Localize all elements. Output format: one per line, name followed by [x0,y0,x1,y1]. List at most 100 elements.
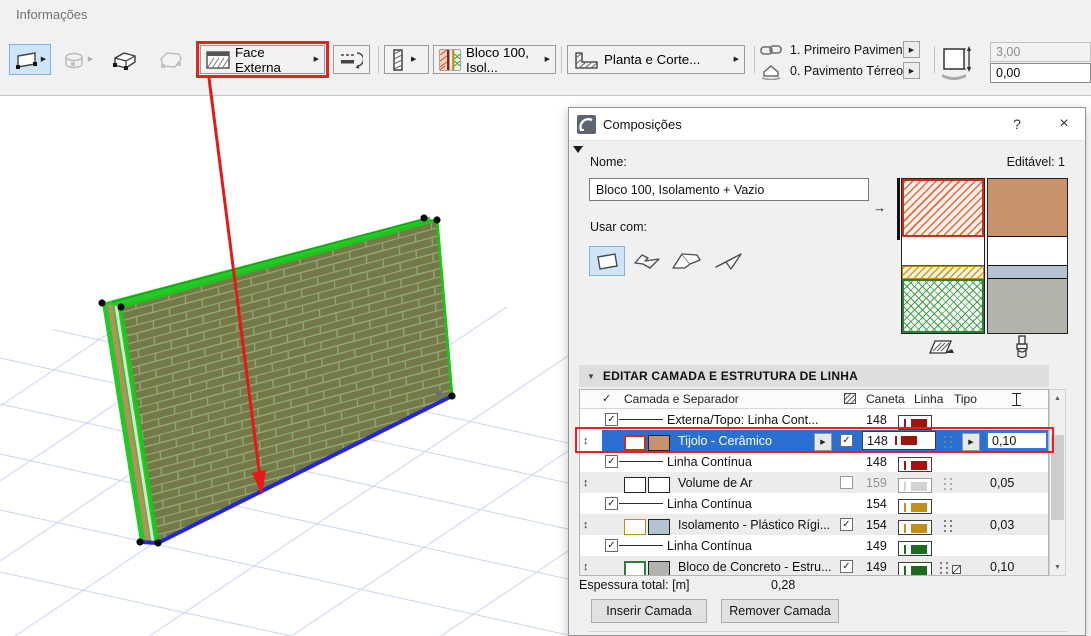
table-row-separator[interactable]: ✓ Externa/Topo: Linha Cont... 148 [580,409,1048,430]
scrollbar-thumb[interactable] [1051,435,1064,520]
pen-color-swatch[interactable] [898,499,932,514]
preview-fills-column[interactable] [901,178,985,334]
pen-color-swatch[interactable] [898,520,932,535]
thickness-value: 0,03 [990,517,1015,532]
visibility-checkbox[interactable]: ✓ [605,497,618,510]
compositions-dialog: Composições ? × Nome: Editável: 1 Usar c… [568,107,1086,636]
dialog-divider [589,631,1067,632]
fill-checkbox[interactable]: ✓ [840,560,853,573]
drag-handle-icon[interactable]: ↕ [583,472,589,493]
flip-reference-button[interactable] [333,45,370,74]
cut-fill-swatch[interactable] [624,434,646,451]
pen-color-swatch[interactable] [898,457,932,472]
drag-handle-icon[interactable]: ↕ [583,430,589,451]
layer-name: Isolamento - Plástico Rígi... [678,517,831,532]
table-row-layer-volume-ar[interactable]: ↕ Volume de Ar 159 0,05 [580,472,1048,493]
visibility-checkbox[interactable]: ✓ [605,539,618,552]
flyout-arrow-icon: ▶ [87,56,94,63]
selected-wall[interactable] [98,214,456,547]
scroll-down-button[interactable]: ▼ [1050,559,1065,575]
use-with-slab-button[interactable] [629,246,665,276]
scroll-up-icon: ▲ [1054,394,1061,402]
visibility-checkbox[interactable]: ✓ [605,455,618,468]
table-row-separator[interactable]: ✓ Linha Contínua 149 [580,535,1048,556]
insert-layer-button[interactable]: Inserir Camada [591,599,707,623]
remove-layer-button[interactable]: Remover Camada [721,599,839,623]
wall-height-icon [942,46,972,80]
fill-checkbox[interactable]: ✓ [840,434,853,447]
composite-name-input[interactable] [589,178,869,201]
editable-count: Editável: 1 [1006,155,1065,169]
surface-swatch[interactable] [648,476,670,493]
drag-handle-icon[interactable]: ↕ [583,514,589,535]
geometry-trapezoid-wall-button[interactable] [104,44,146,75]
composite-button[interactable]: Bloco 100, Isol... ▶ [433,45,556,75]
top-link-menu-button[interactable]: ▶ [903,41,920,58]
line-preview [619,503,663,504]
wall-icon [597,253,618,270]
flyout-arrow-icon[interactable]: ▶ [41,56,46,63]
table-scrollbar[interactable]: ▲ ▼ [1049,389,1066,576]
layer-menu-button[interactable]: ▶ [814,432,832,451]
home-story-label: 0. Pavimento Térreo [790,64,904,78]
toolbar-separator [934,46,935,73]
use-with-wall-button[interactable] [589,246,625,276]
straight-wall-icon [15,51,37,69]
table-row-layer-isolamento[interactable]: ↕ Isolamento - Plástico Rígi... ✓ 154 0,… [580,514,1048,535]
use-with-roof-button[interactable] [667,246,707,276]
pen-color-swatch[interactable] [898,415,932,430]
thickness-value: 0,10 [990,559,1015,574]
table-header: ✓ Camada e Separador Caneta Linha Tipo [580,390,1048,409]
visibility-checkbox[interactable]: ✓ [605,413,618,426]
line-type-icon [942,478,954,493]
pen-color-swatch[interactable] [898,562,932,575]
cut-fill-swatch[interactable] [624,560,646,575]
geometry-polygon-wall-button[interactable] [150,44,192,75]
pen-header: Caneta [866,392,905,406]
home-story-icon [761,64,781,80]
layer-name: Bloco de Concreto - Estru... [678,559,832,574]
top-link-label: 1. Primeiro Paviment... [790,43,917,57]
separator-name: Externa/Topo: Linha Cont... [667,412,819,427]
dialog-titlebar[interactable]: Composições ? × [569,108,1085,141]
table-row-separator[interactable]: ✓ Linha Contínua 154 [580,493,1048,514]
pen-field[interactable]: 148 [862,431,936,450]
wall-base-field[interactable] [990,63,1091,83]
table-row-separator[interactable]: ✓ Linha Contínua 148 [580,451,1048,472]
total-thickness-label: Espessura total: [m] [579,578,690,592]
surface-swatch[interactable] [648,518,670,535]
line-type-menu-button[interactable]: ▶ [962,432,980,451]
home-story-row: 0. Pavimento Térreo [760,62,903,80]
fill-checkbox[interactable] [840,476,853,489]
pen-color-swatch[interactable] [898,541,932,556]
cut-fill-swatch[interactable] [624,518,646,535]
help-button[interactable]: ? [1007,116,1027,132]
cut-fill-icon [929,340,954,354]
line-preview [619,419,663,420]
edit-layers-section-header[interactable]: ▼ EDITAR CAMADA E ESTRUTURA DE LINHA [579,365,1049,387]
section-title: EDITAR CAMADA E ESTRUTURA DE LINHA [602,369,858,383]
flyout-arrow-icon: ▶ [733,56,739,63]
geometry-straight-wall-button[interactable]: ▶ [9,44,51,75]
surface-swatch[interactable] [648,560,670,575]
fill-checkbox[interactable]: ✓ [840,518,853,531]
preview-surfaces-column[interactable] [987,178,1068,334]
geometry-curved-wall-button[interactable]: ▶ [55,44,99,75]
flip-icon [341,51,363,69]
close-button[interactable]: × [1052,115,1076,133]
line-header: Linha [914,392,944,406]
thickness-field[interactable]: 0,10 [986,431,1048,450]
home-story-menu-button[interactable]: ▶ [903,62,920,79]
use-with-shell-button[interactable] [711,246,747,276]
reference-side-arrow-icon: → [873,200,886,215]
pen-color-swatch[interactable] [898,478,932,493]
pen-number: 149 [866,559,887,574]
cut-fill-swatch[interactable] [624,476,646,493]
surface-swatch[interactable] [648,434,670,451]
scroll-up-button[interactable]: ▲ [1050,390,1065,406]
wall-structure-button[interactable]: ▶ [384,45,429,74]
drag-handle-icon[interactable]: ↕ [583,556,589,575]
plan-display-button[interactable]: Planta e Corte... ▶ [567,45,745,74]
table-row-layer-bloco-concreto[interactable]: ↕ Bloco de Concreto - Estru... ✓ 149 0,1… [580,556,1048,575]
preview-fill-air [902,237,984,266]
